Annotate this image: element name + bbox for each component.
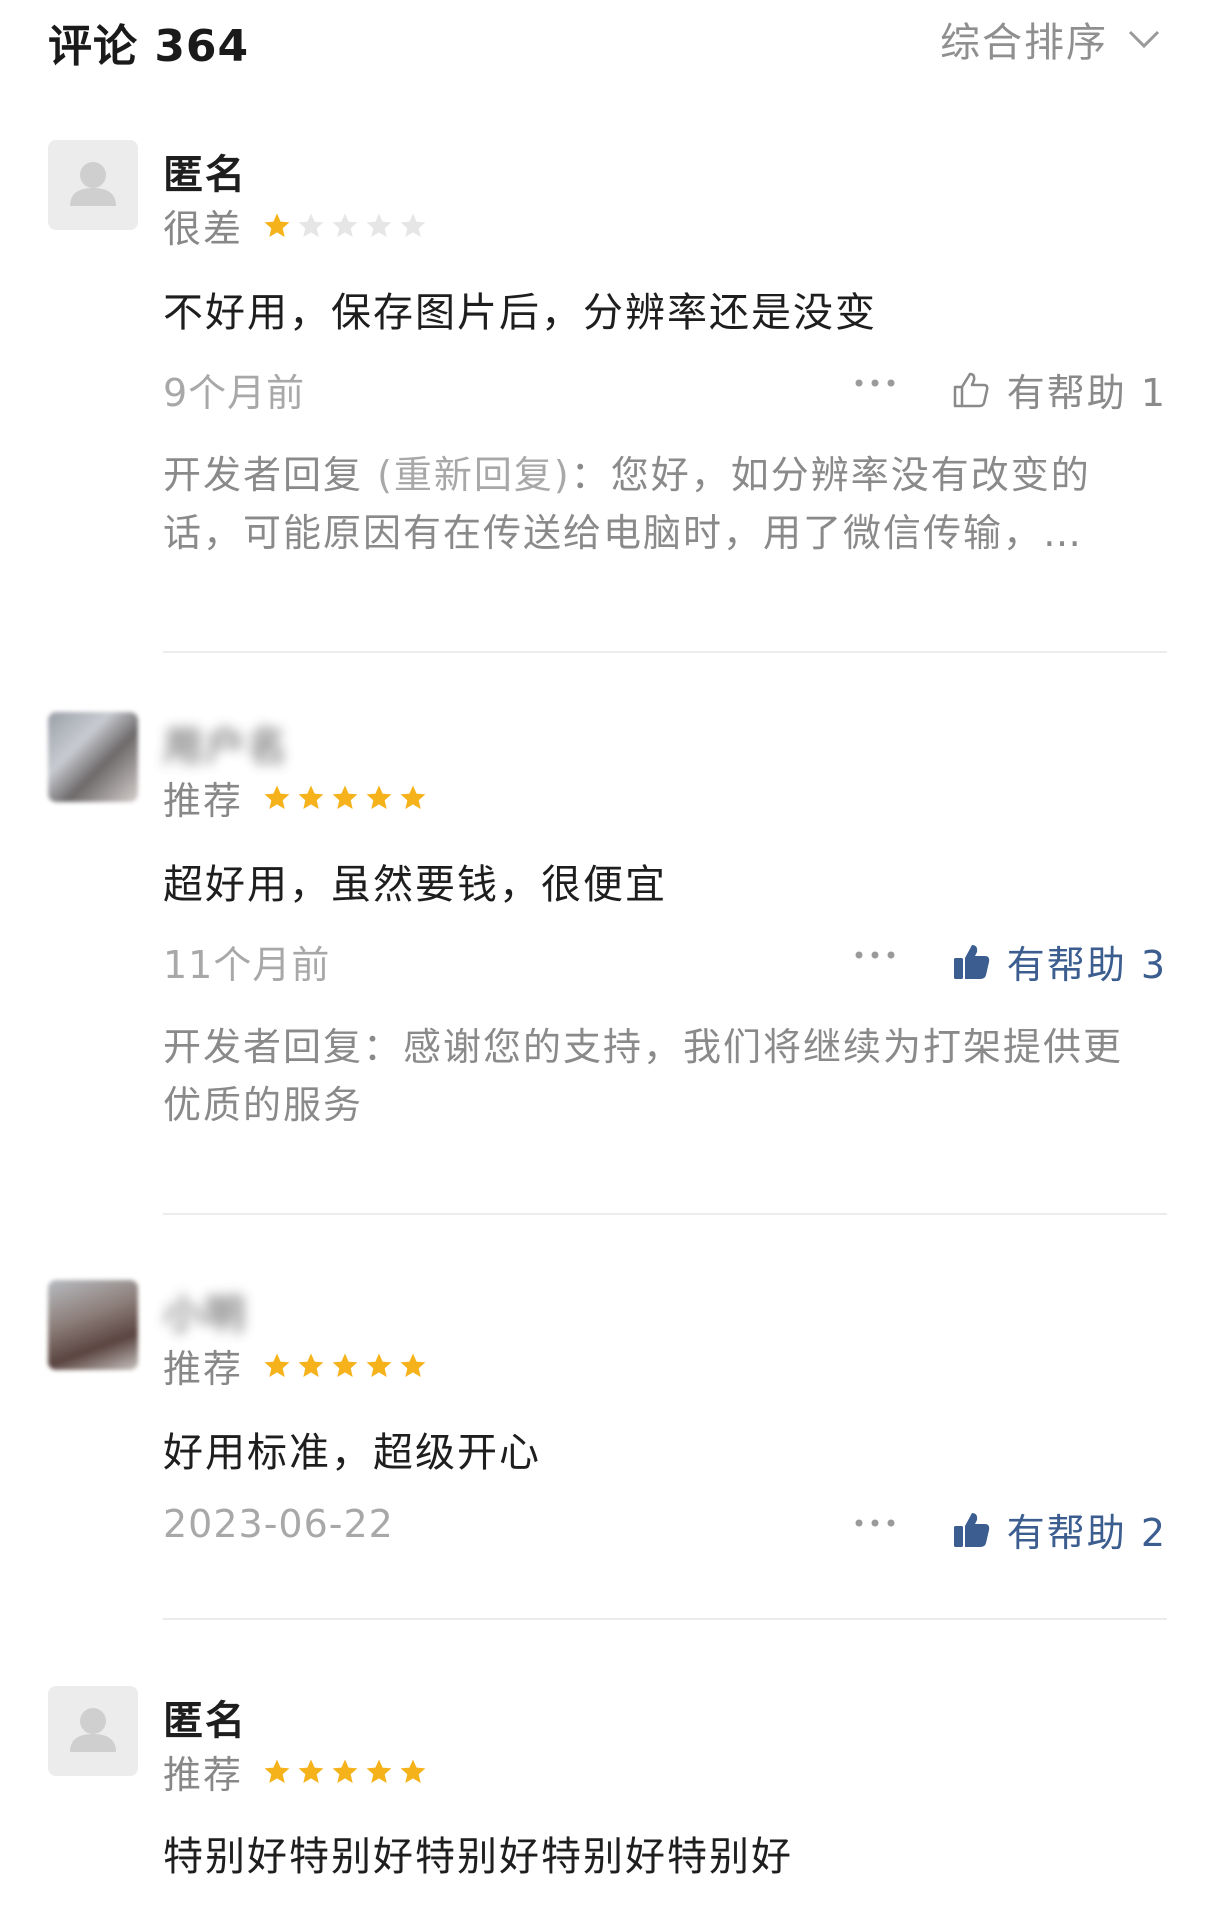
review-content: 好用标准，超级开心 — [163, 1430, 541, 1476]
default-user-icon — [70, 1708, 116, 1752]
review-content: 不好用，保存图片后，分辨率还是没变 — [163, 290, 877, 336]
star-empty-icon — [298, 213, 324, 237]
divider — [163, 651, 1167, 653]
star-filled-icon — [366, 1353, 392, 1377]
star-empty-icon — [400, 213, 426, 237]
star-rating — [263, 212, 427, 240]
review-username[interactable]: 用户名 — [163, 714, 289, 772]
review-meta: 2023-06-22 有帮助 2 — [163, 1502, 1167, 1555]
thumbs-up-filled-icon — [953, 944, 989, 979]
avatar-anonymous[interactable] — [48, 140, 138, 230]
rating-label: 推荐 — [163, 1753, 244, 1797]
avatar[interactable] — [48, 712, 138, 802]
rating-row: 推荐 — [163, 770, 427, 825]
star-filled-icon — [298, 1353, 324, 1377]
more-options-icon[interactable] — [853, 1508, 897, 1538]
rating-label: 很差 — [163, 207, 244, 251]
star-filled-icon — [332, 785, 358, 809]
thumbs-up-icon — [953, 372, 989, 407]
star-rating — [263, 1758, 427, 1786]
star-empty-icon — [332, 213, 358, 237]
helpful-count: 有帮助 1 — [1006, 371, 1167, 415]
review-card: 小明 推荐 好用标准，超级开心 2023-06-22 有帮助 2 — [0, 1280, 1220, 1580]
star-empty-icon — [366, 213, 392, 237]
star-filled-icon — [332, 1759, 358, 1783]
rating-row: 推荐 — [163, 1338, 427, 1393]
star-filled-icon — [400, 1353, 426, 1377]
star-filled-icon — [264, 785, 290, 809]
review-card: 用户名 推荐 超好用，虽然要钱，很便宜 11个月前 有帮助 3 开发者回复：感谢… — [0, 712, 1220, 1127]
review-meta: 11个月前 有帮助 3 — [163, 934, 1167, 987]
more-options-icon[interactable] — [853, 368, 897, 398]
avatar-anonymous[interactable] — [48, 1686, 138, 1776]
star-filled-icon — [298, 1759, 324, 1783]
helpful-count: 有帮助 3 — [1006, 943, 1167, 987]
star-filled-icon — [400, 785, 426, 809]
avatar[interactable] — [48, 1280, 138, 1370]
rating-label: 推荐 — [163, 1347, 244, 1391]
star-rating — [263, 1352, 427, 1380]
helpful-button[interactable]: 有帮助 1 — [951, 362, 1167, 417]
rating-row: 推荐 — [163, 1744, 427, 1799]
rating-row: 很差 — [163, 198, 427, 253]
divider — [163, 1618, 1167, 1620]
divider — [163, 1213, 1167, 1215]
review-time: 9个月前 — [163, 371, 306, 415]
review-username[interactable]: 匿名 — [163, 142, 247, 200]
rating-label: 推荐 — [163, 779, 244, 823]
helpful-button[interactable]: 有帮助 3 — [951, 934, 1167, 989]
reviews-header: 评论 364 综合排序 — [0, 0, 1220, 80]
star-filled-icon — [366, 785, 392, 809]
developer-reply[interactable]: 开发者回复：感谢您的支持，我们将继续为打架提供更优质的服务 — [163, 1018, 1153, 1134]
review-card: 匿名 推荐 特别好特别好特别好特别好特别好 — [0, 1686, 1220, 1925]
review-username[interactable]: 小明 — [163, 1282, 247, 1340]
review-card: 匿名 很差 不好用，保存图片后，分辨率还是没变 9个月前 有帮助 1 开发者回复… — [0, 140, 1220, 555]
thumbs-up-filled-icon — [953, 1512, 989, 1547]
review-meta: 9个月前 有帮助 1 — [163, 362, 1167, 415]
star-filled-icon — [332, 1353, 358, 1377]
star-filled-icon — [298, 785, 324, 809]
review-time: 11个月前 — [163, 943, 331, 987]
review-content: 特别好特别好特别好特别好特别好 — [163, 1834, 793, 1880]
developer-reply[interactable]: 开发者回复 (重新回复)：您好，如分辨率没有改变的话，可能原因有在传送给电脑时，… — [163, 446, 1153, 562]
helpful-button[interactable]: 有帮助 2 — [951, 1502, 1167, 1557]
review-content: 超好用，虽然要钱，很便宜 — [163, 862, 667, 908]
more-options-icon[interactable] — [853, 940, 897, 970]
review-username[interactable]: 匿名 — [163, 1688, 247, 1746]
default-user-icon — [70, 162, 116, 206]
re-reply-link[interactable]: (重新回复) — [377, 453, 571, 497]
reply-prefix: 开发者回复 — [163, 1025, 364, 1069]
chevron-down-icon — [1128, 30, 1160, 49]
reply-prefix: 开发者回复 — [163, 453, 378, 497]
sort-dropdown[interactable]: 综合排序 — [940, 10, 1162, 68]
star-filled-icon — [264, 213, 290, 237]
star-filled-icon — [264, 1759, 290, 1783]
star-rating — [263, 784, 427, 812]
sort-label: 综合排序 — [940, 20, 1108, 66]
helpful-count: 有帮助 2 — [1006, 1511, 1167, 1555]
reviews-count-title: 评论 364 — [48, 21, 250, 72]
review-time: 2023-06-22 — [163, 1502, 394, 1546]
star-filled-icon — [400, 1759, 426, 1783]
star-filled-icon — [366, 1759, 392, 1783]
star-filled-icon — [264, 1353, 290, 1377]
